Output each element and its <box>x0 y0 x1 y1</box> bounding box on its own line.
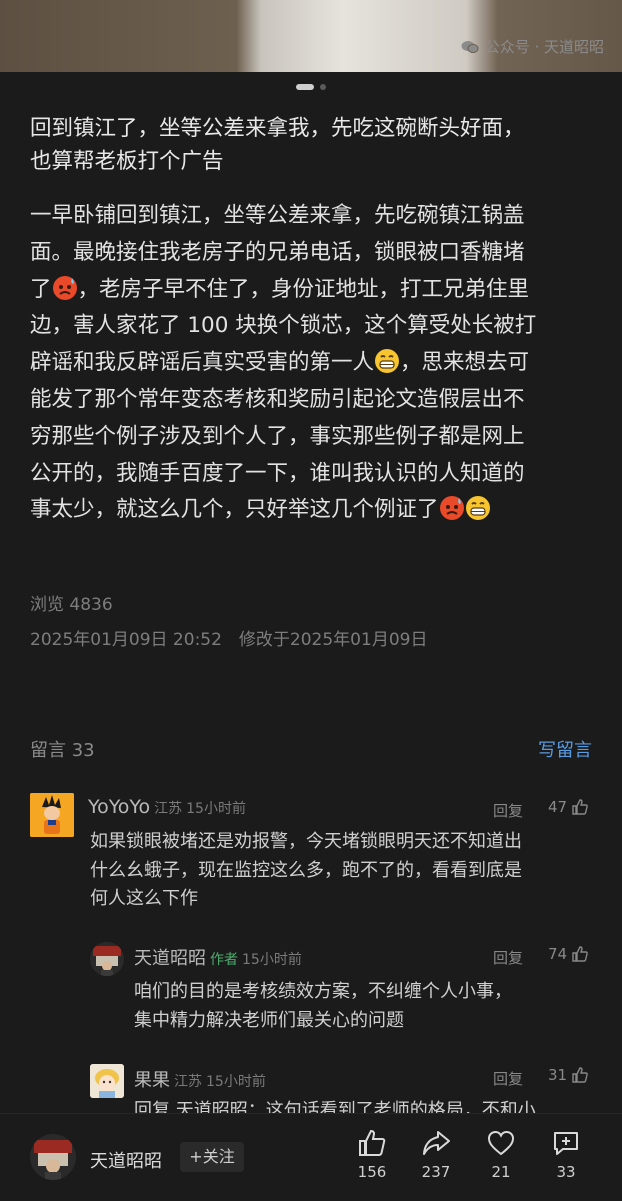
commenter-name-text: YoYoYo <box>88 796 151 818</box>
commenter-name[interactable]: 果果 江苏 15小时前 <box>134 1066 266 1092</box>
goku-avatar-icon <box>30 793 74 837</box>
like-total: 156 <box>357 1163 387 1181</box>
author-avatar-icon <box>90 942 124 976</box>
comment-total: 33 <box>556 1163 576 1181</box>
article-title: 回到镇江了，坐等公差来拿我，先吃这碗断头好面， 也算帮老板打个广告 <box>30 112 595 178</box>
grin-emoji-icon <box>375 349 400 374</box>
comments-header: 留言 33 写留言 <box>30 736 592 762</box>
like-button[interactable]: 47 <box>548 798 589 816</box>
body-line: 边，害人家花了 100 块换个锁芯，这个算受处长被打 <box>30 313 537 339</box>
comment-location: 江苏 <box>154 801 183 817</box>
grin-emoji-icon <box>465 496 490 521</box>
carousel-indicator <box>0 84 622 90</box>
favorite-total: 21 <box>491 1163 511 1181</box>
comment-text: 如果锁眼被堵还是劝报警，今天堵锁眼明天还不知道出 什么幺蛾子，现在监控这么多，跑… <box>90 828 522 914</box>
like-count: 47 <box>548 798 568 816</box>
thumbs-up-icon <box>572 799 588 815</box>
cartoon-avatar-icon <box>90 1064 124 1098</box>
like-button[interactable]: 31 <box>548 1066 589 1084</box>
thumbs-up-icon <box>359 1129 386 1156</box>
comment-line: 咱们的目的是考核绩效方案，不纠缠个人小事， <box>134 981 512 1002</box>
body-line: 了 ，老房子早不住了，身份证地址，打工兄弟住里 <box>30 272 598 309</box>
commenter-name-text: 天道昭昭 <box>134 948 206 969</box>
commenter-name[interactable]: YoYoYo 江苏 15小时前 <box>88 796 246 818</box>
like-count: 74 <box>548 945 568 963</box>
reply-button[interactable]: 回复 <box>493 800 523 821</box>
reply-button[interactable]: 回复 <box>493 1068 523 1089</box>
body-line: 一早卧铺回到镇江，坐等公差来拿，先吃碗镇江锅盖 <box>30 203 525 228</box>
comment-plus-icon <box>554 1132 578 1155</box>
share-action-button[interactable]: 237 <box>411 1128 461 1181</box>
body-fragment: ，思来想去可 <box>400 350 530 376</box>
watermark: 公众号 · 天道昭昭 <box>461 36 604 57</box>
angry-sweat-emoji-icon <box>439 496 464 521</box>
avatar[interactable] <box>30 793 74 837</box>
thumbs-up-icon <box>572 946 588 962</box>
body-fragment: 了 <box>30 276 52 302</box>
angry-sweat-emoji-icon <box>52 275 77 300</box>
commenter-name-text: 果果 <box>134 1070 170 1091</box>
thumbs-up-icon <box>572 1067 588 1083</box>
body-line: 穷那些个例子涉及到个人了，事实那些例子都是网上 <box>30 423 525 449</box>
body-fragment: 辟谣和我反辟谣后真实受害的第一人 <box>30 350 375 376</box>
body-line: 事太少，就这么几个，只好举这几个例证了 <box>30 492 598 529</box>
title-line: 回到镇江了，坐等公差来拿我，先吃这碗断头好面， <box>30 116 525 141</box>
like-count: 31 <box>548 1066 568 1084</box>
body-fragment: 事太少，就这么几个，只好举这几个例证了 <box>30 497 439 523</box>
comment-count: 留言 33 <box>30 740 95 761</box>
write-comment-button[interactable]: 写留言 <box>538 736 592 762</box>
body-line: 能发了那个常年变态考核和奖励引起论文造假层出不 <box>30 386 525 412</box>
comment-time: 15小时前 <box>186 801 246 817</box>
author-avatar-icon <box>30 1134 76 1180</box>
title-line: 也算帮老板打个广告 <box>30 149 224 174</box>
body-fragment: ，老房子早不住了，身份证地址，打工兄弟住里 <box>77 276 530 302</box>
publish-date: 2025年01月09日 20:52 修改于2025年01月09日 <box>30 630 428 650</box>
comment-text: 咱们的目的是考核绩效方案，不纠缠个人小事， 集中精力解决老师们最关心的问题 <box>134 978 512 1035</box>
avatar[interactable] <box>90 1064 124 1098</box>
heart-icon <box>487 1130 515 1156</box>
article-body: 一早卧铺回到镇江，坐等公差来拿，先吃碗镇江锅盖 面。最晚接住我老房子的兄弟电话，… <box>30 198 598 529</box>
share-icon <box>423 1131 450 1155</box>
carousel-dot-active <box>296 84 314 90</box>
wechat-icon <box>461 40 479 53</box>
body-line: 面。最晚接住我老房子的兄弟电话，锁眼被口香糖堵 <box>30 239 525 265</box>
comment-line: 如果锁眼被堵还是劝报警，今天堵锁眼明天还不知道出 <box>90 831 522 852</box>
comment-action-button[interactable]: 33 <box>541 1128 591 1181</box>
carousel-dot <box>320 84 326 90</box>
favorite-action-button[interactable]: 21 <box>476 1128 526 1181</box>
body-line: 辟谣和我反辟谣后真实受害的第一人 ，思来想去可 <box>30 345 598 382</box>
article-image[interactable]: 公众号 · 天道昭昭 <box>0 0 622 72</box>
comment-time: 15小时前 <box>206 1074 266 1090</box>
comment-line: 何人这么下作 <box>90 888 198 909</box>
commenter-name[interactable]: 天道昭昭 作者 15小时前 <box>134 944 302 970</box>
share-total: 237 <box>421 1163 451 1181</box>
avatar[interactable] <box>90 942 124 976</box>
reply-button[interactable]: 回复 <box>493 947 523 968</box>
like-button[interactable]: 74 <box>548 945 589 963</box>
bottom-action-bar: 天道昭昭 +关注 156 237 21 33 <box>0 1113 622 1201</box>
comment-location: 江苏 <box>174 1074 202 1090</box>
author-avatar[interactable] <box>30 1134 76 1180</box>
body-line: 公开的，我随手百度了一下，谁叫我认识的人知道的 <box>30 460 525 486</box>
author-badge: 作者 <box>210 952 238 968</box>
follow-button[interactable]: +关注 <box>180 1142 244 1172</box>
comment-line: 集中精力解决老师们最关心的问题 <box>134 1009 404 1031</box>
watermark-text: 公众号 · 天道昭昭 <box>484 38 604 56</box>
author-name[interactable]: 天道昭昭 <box>90 1147 162 1173</box>
comment-line: 什么幺蛾子，现在监控这么多，跑不了的，看看到底是 <box>90 859 522 881</box>
view-count: 浏览 4836 <box>30 595 113 615</box>
comment-time: 15小时前 <box>242 952 302 968</box>
like-action-button[interactable]: 156 <box>347 1128 397 1181</box>
